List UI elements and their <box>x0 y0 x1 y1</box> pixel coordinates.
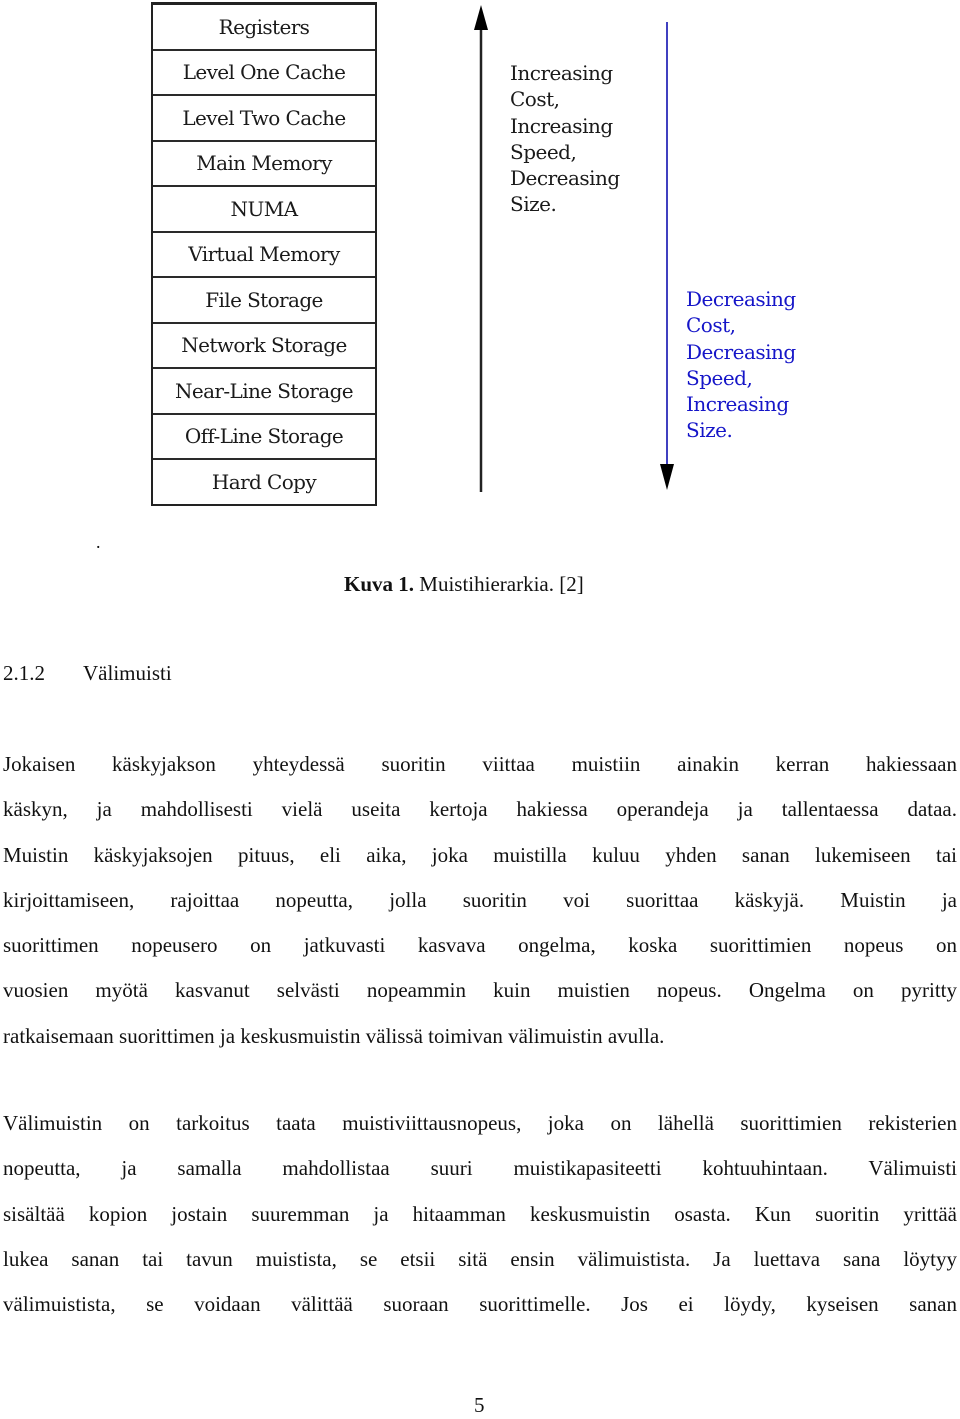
paragraph-line: nopeutta, ja samalla mahdollistaa suuri … <box>3 1156 957 1181</box>
up-arrow-icon <box>474 5 488 492</box>
paragraph-2: Välimuistin on tarkoitus taata muistivii… <box>3 1101 957 1327</box>
paragraph-line: lukea sanan tai tavun muistista, se etsi… <box>3 1246 957 1271</box>
section-heading: 2.1.2 Välimuisti <box>3 661 172 686</box>
caption-label: Kuva 1. <box>344 572 415 596</box>
paragraph-line: vuosien myötä kasvanut selvästi nopeammi… <box>3 978 957 1003</box>
down-arrow-label: Decreasing Cost, Decreasing Speed, Incre… <box>686 287 796 443</box>
paragraph-line: välimuistista, se voidaan välittää suora… <box>3 1292 957 1317</box>
paragraph-line: ratkaisemaan suorittimen ja keskusmuisti… <box>3 1023 665 1048</box>
paragraph-line: suorittimen nopeusero on jatkuvasti kasv… <box>3 933 957 958</box>
section-number: 2.1.2 <box>3 661 45 685</box>
down-arrow-icon <box>660 22 674 490</box>
section-title: Välimuisti <box>83 661 172 685</box>
figure-caption: Kuva 1. Muistihierarkia. [2] <box>344 572 584 597</box>
direction-arrows <box>474 5 674 492</box>
memory-hierarchy-figure: Registers Level One Cache Level Two Cach… <box>0 0 960 552</box>
paragraph-line: Muistin käskyjaksojen pituus, eli aika, … <box>3 842 957 867</box>
paragraph-line: Jokaisen käskyjakson yhteydessä suoritin… <box>3 752 957 776</box>
paragraph-line: kirjoittamiseen, rajoittaa nopeutta, jol… <box>3 887 957 912</box>
paragraph-line: Välimuistin on tarkoitus taata muistivii… <box>3 1111 957 1135</box>
stray-dot: . <box>96 532 101 552</box>
caption-text: Muistihierarkia. [2] <box>414 572 584 596</box>
paragraph-1: Jokaisen käskyjakson yhteydessä suoritin… <box>3 742 957 1059</box>
up-arrow-label: Increasing Cost, Increasing Speed, Decre… <box>510 61 620 217</box>
paragraph-line: käskyn, ja mahdollisesti vielä useita ke… <box>3 797 957 822</box>
page-number: 5 <box>474 1393 485 1417</box>
paragraph-line: sisältää kopion jostain suuremman ja hit… <box>3 1201 957 1226</box>
